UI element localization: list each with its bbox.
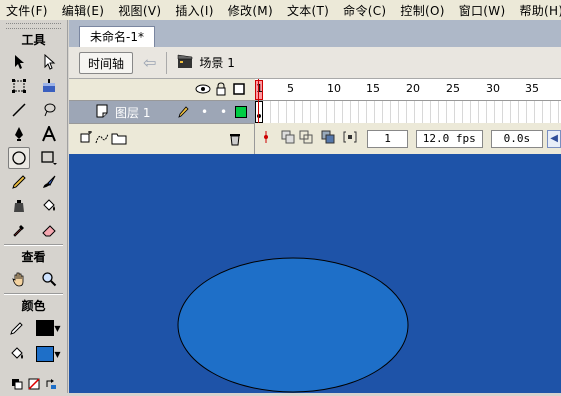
menu-file[interactable]: 文件(F) (6, 2, 48, 19)
ruler-mark: 35 (525, 82, 539, 95)
ruler-mark: 30 (486, 82, 500, 95)
layer-row[interactable]: 图层 1 • • (69, 101, 255, 123)
menu-help[interactable]: 帮助(H) (519, 2, 561, 19)
onion-skin-icon[interactable] (281, 130, 295, 147)
toolbox: 工具 查看 颜色 ▼ ▼ (0, 20, 68, 393)
menu-commands[interactable]: 命令(C) (343, 2, 386, 19)
layer-outline-color[interactable] (235, 106, 247, 118)
edit-multiple-frames-icon[interactable] (321, 130, 335, 147)
oval-shape[interactable] (177, 257, 409, 393)
timeline-panel: 图层 1 • • 1 5 10 15 20 25 30 35 1 12.0 fp… (69, 79, 561, 154)
ruler-mark: 25 (446, 82, 460, 95)
arrow-tool-icon[interactable] (8, 51, 30, 73)
rectangle-tool-icon[interactable] (38, 147, 60, 169)
stage[interactable] (69, 154, 561, 393)
timeline-button[interactable]: 时间轴 (79, 51, 134, 74)
layer-edit-pencil-icon (177, 105, 189, 122)
frame-rate-field[interactable]: 12.0 fps (416, 129, 483, 148)
menu-control[interactable]: 控制(O) (400, 2, 444, 19)
document-tab-bar: 未命名-1* (69, 20, 561, 47)
fill-color-swatch[interactable]: ▼ (36, 343, 62, 365)
ruler-mark: 10 (327, 82, 341, 95)
menu-bar: 文件(F) 编辑(E) 视图(V) 插入(I) 修改(M) 文本(T) 命令(C… (0, 0, 561, 20)
oval-tool-icon[interactable] (7, 147, 30, 169)
elapsed-time-field: 0.0s (490, 129, 544, 148)
modify-onion-markers-icon[interactable] (343, 130, 357, 147)
stage-canvas[interactable] (69, 154, 561, 393)
frame-row[interactable] (255, 79, 561, 145)
pen-tool-icon[interactable] (8, 123, 30, 145)
colors-title: 颜色 (21, 299, 46, 313)
eyedropper-tool-icon[interactable] (8, 219, 30, 241)
eraser-tool-icon[interactable] (38, 219, 60, 241)
ruler-mark: 5 (287, 82, 294, 95)
menu-text[interactable]: 文本(T) (287, 2, 329, 19)
lasso-tool-icon[interactable] (38, 99, 60, 121)
line-tool-icon[interactable] (8, 99, 30, 121)
document-tab[interactable]: 未命名-1* (79, 26, 155, 47)
insert-layer-folder-icon[interactable] (111, 131, 127, 148)
timeline-status-bar: 1 12.0 fps 0.0s ◀ (255, 123, 561, 154)
no-color-icon[interactable] (27, 373, 41, 395)
ruler-mark: 20 (406, 82, 420, 95)
fill-color-bucket-icon (6, 343, 28, 365)
stroke-color-pencil-icon (6, 317, 28, 339)
scroll-left-arrow-icon[interactable]: ◀ (547, 129, 561, 148)
paint-bucket-tool-icon[interactable] (38, 195, 60, 217)
menu-insert[interactable]: 插入(I) (175, 2, 213, 19)
menu-edit[interactable]: 编辑(E) (62, 2, 104, 19)
layer-lock-dot[interactable]: • (220, 105, 227, 119)
menu-modify[interactable]: 修改(M) (228, 2, 273, 19)
insert-layer-icon[interactable] (79, 129, 93, 148)
outline-icon[interactable] (233, 83, 245, 98)
fill-transform-tool-icon[interactable] (38, 75, 60, 97)
add-motion-guide-icon[interactable] (95, 131, 109, 148)
layer-panel: 图层 1 • • (69, 79, 255, 154)
layer-visible-dot[interactable]: • (201, 105, 208, 119)
frames-area[interactable]: 1 5 10 15 20 25 30 35 1 12.0 fps 0.0s ◀ (255, 79, 561, 154)
hand-tool-icon[interactable] (8, 268, 30, 290)
tools-title: 工具 (21, 33, 46, 47)
menu-view[interactable]: 视图(V) (118, 2, 161, 19)
text-tool-icon[interactable] (38, 123, 60, 145)
layer-name[interactable]: 图层 1 (115, 104, 150, 121)
ruler-mark: 15 (366, 82, 380, 95)
ink-bottle-tool-icon[interactable] (8, 195, 30, 217)
swap-colors-icon[interactable] (44, 373, 58, 395)
frame-ruler[interactable]: 1 5 10 15 20 25 30 35 (255, 79, 561, 101)
menu-window[interactable]: 窗口(W) (459, 2, 506, 19)
subselect-tool-icon[interactable] (38, 51, 60, 73)
scene-label[interactable]: 场景 1 (199, 54, 234, 71)
edit-bar: 时间轴 ⇦ 场景 1 (69, 47, 561, 79)
current-frame-field: 1 (367, 129, 409, 148)
free-transform-tool-icon[interactable] (8, 75, 30, 97)
default-colors-icon[interactable] (10, 373, 24, 395)
brush-tool-icon[interactable] (38, 171, 60, 193)
scene-clapper-icon (177, 53, 193, 72)
toolbox-grip[interactable] (6, 23, 61, 29)
stroke-color-swatch[interactable]: ▼ (36, 317, 62, 339)
view-title: 查看 (21, 250, 46, 264)
lock-icon[interactable] (216, 82, 226, 99)
onion-skin-outlines-icon[interactable] (299, 130, 313, 147)
pencil-tool-icon[interactable] (8, 171, 30, 193)
keyframe[interactable] (255, 101, 263, 123)
center-frame-icon[interactable] (261, 130, 271, 147)
zoom-tool-icon[interactable] (38, 268, 60, 290)
layer-page-icon (95, 104, 109, 121)
eye-icon[interactable] (195, 83, 211, 98)
back-arrow-icon[interactable]: ⇦ (143, 53, 156, 72)
delete-layer-icon[interactable] (229, 132, 241, 149)
